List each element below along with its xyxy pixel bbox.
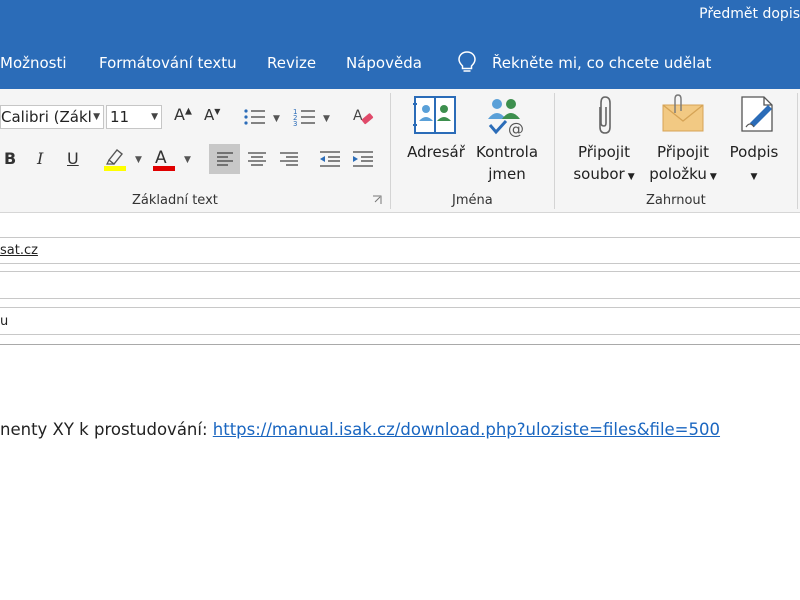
svg-text:@: @ <box>508 119 524 137</box>
signature-button[interactable]: Podpis ▼ <box>722 141 786 188</box>
to-field-value[interactable]: sat.cz <box>0 243 38 258</box>
paperclip-icon[interactable] <box>593 93 615 137</box>
align-left-icon <box>217 152 233 166</box>
chevron-down-icon[interactable]: ▼ <box>135 155 142 165</box>
align-right-icon[interactable] <box>278 149 300 169</box>
shrink-font-button[interactable]: A▼ <box>204 108 220 123</box>
bold-button[interactable]: B <box>4 151 16 167</box>
body-link[interactable]: https://manual.isak.cz/download.php?uloz… <box>213 420 720 439</box>
group-separator <box>554 93 555 209</box>
svg-text:3: 3 <box>293 120 297 127</box>
chevron-down-icon[interactable]: ▼ <box>273 114 280 124</box>
font-name-select[interactable]: Calibri (Zákl ▼ <box>0 105 104 129</box>
field-divider <box>0 271 800 272</box>
attach-file-label-2: soubor <box>573 165 625 183</box>
check-names-label-1: Kontrola <box>475 143 539 161</box>
svg-text:A: A <box>353 108 363 124</box>
font-name-value: Calibri (Zákl <box>1 108 92 126</box>
subject-field-value[interactable]: u <box>0 314 8 329</box>
field-divider <box>0 237 800 238</box>
font-color-icon[interactable]: A <box>152 146 178 172</box>
group-label-names: Jména <box>452 193 493 208</box>
group-label-include: Zahrnout <box>646 193 706 208</box>
ribbon: Calibri (Zákl ▼ 11 ▼ A▲ A▼ ▼ 1 2 3 ▼ A B… <box>0 89 800 213</box>
align-center-icon[interactable] <box>246 149 268 169</box>
chevron-down-icon: ▼ <box>750 172 758 182</box>
address-book-icon[interactable] <box>413 95 457 135</box>
chevron-down-icon: ▼ <box>627 172 635 182</box>
group-label-basic-text: Základní text <box>132 193 218 208</box>
check-names-icon[interactable]: @ <box>484 95 530 137</box>
bullets-icon[interactable] <box>243 107 269 127</box>
align-left-button[interactable] <box>209 144 240 174</box>
message-body-line[interactable]: nenty XY k prostudování: https://manual.… <box>0 420 720 439</box>
address-book-button[interactable]: Adresář <box>403 141 469 163</box>
address-book-label: Adresář <box>407 143 465 161</box>
chevron-down-icon[interactable]: ▼ <box>323 114 330 124</box>
italic-button[interactable]: I <box>37 151 43 167</box>
attach-item-label-2: položku <box>649 165 707 183</box>
attach-item-label-1: Připojit <box>656 143 710 161</box>
body-text: nenty XY k prostudování: <box>0 420 213 439</box>
attach-item-button[interactable]: Připojit položku ▼ <box>643 141 723 188</box>
tab-review[interactable]: Revize <box>267 54 316 72</box>
clear-formatting-icon[interactable]: A <box>352 105 376 129</box>
field-divider <box>0 334 800 335</box>
attach-file-button[interactable]: Připojit soubor ▼ <box>568 141 640 188</box>
check-names-label-2: jmen <box>488 165 526 183</box>
chevron-down-icon: ▼ <box>93 112 100 122</box>
tab-help[interactable]: Nápověda <box>346 54 422 72</box>
shrink-font-label: A <box>204 106 215 124</box>
tell-me-search[interactable]: Řekněte mi, co chcete udělat <box>492 54 711 72</box>
attach-file-label-1: Připojit <box>577 143 631 161</box>
field-divider <box>0 298 800 299</box>
group-separator <box>797 93 798 209</box>
chevron-down-icon[interactable]: ▼ <box>184 155 191 165</box>
numbering-icon[interactable]: 1 2 3 <box>293 107 319 127</box>
ribbon-tabs: Možnosti Formátování textu Revize Nápově… <box>0 35 800 89</box>
signature-icon[interactable] <box>738 93 778 135</box>
dialog-launcher-icon[interactable] <box>372 195 382 205</box>
tab-format-text[interactable]: Formátování textu <box>99 54 237 72</box>
increase-indent-icon[interactable] <box>351 149 375 169</box>
grow-font-button[interactable]: A▲ <box>174 107 192 123</box>
title-bar: Předmět dopis <box>0 0 800 35</box>
field-divider <box>0 307 800 308</box>
highlighter-icon[interactable] <box>103 146 129 172</box>
tab-options[interactable]: Možnosti <box>0 54 67 72</box>
envelope-attach-icon[interactable] <box>661 93 705 135</box>
check-names-button[interactable]: Kontrola jmen <box>471 141 543 185</box>
decrease-indent-icon[interactable] <box>318 149 342 169</box>
font-size-select[interactable]: 11 ▼ <box>106 105 162 129</box>
group-separator <box>390 93 391 209</box>
grow-font-label: A <box>174 105 185 124</box>
field-divider <box>0 263 800 264</box>
chevron-down-icon: ▼ <box>709 172 717 182</box>
lightbulb-icon[interactable] <box>456 50 478 74</box>
field-divider <box>0 344 800 345</box>
svg-text:A: A <box>155 148 167 168</box>
chevron-down-icon: ▼ <box>151 112 158 122</box>
signature-label: Podpis <box>729 143 779 161</box>
font-size-value: 11 <box>110 108 130 126</box>
window-title: Předmět dopis <box>699 6 800 22</box>
underline-button[interactable]: U <box>67 151 79 167</box>
